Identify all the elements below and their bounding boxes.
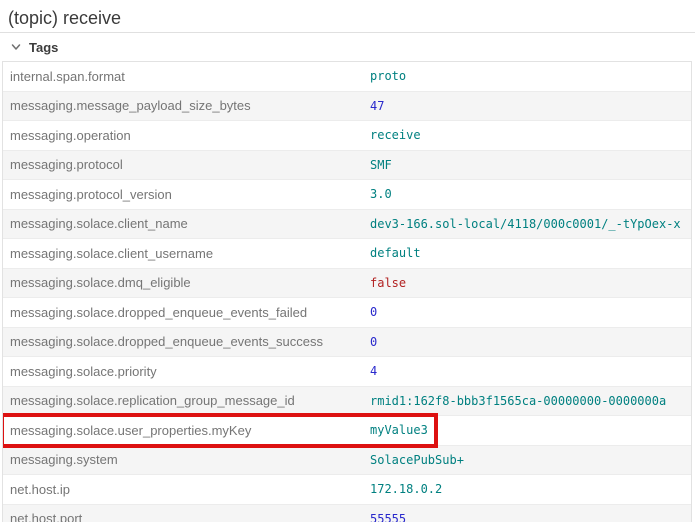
tag-value: 4 [370,364,691,378]
table-row: messaging.solace.client_username default [3,239,691,269]
table-row: messaging.solace.dropped_enqueue_events_… [3,298,691,328]
tag-value: 172.18.0.2 [370,482,691,496]
tag-value: myValue3 [370,423,691,437]
tag-key: messaging.message_payload_size_bytes [3,98,370,113]
table-row: messaging.message_payload_size_bytes 47 [3,92,691,122]
tag-key: messaging.solace.priority [3,364,370,379]
table-row: net.host.port 55555 [3,505,691,523]
tag-key: net.host.port [3,511,370,522]
table-row: internal.span.format proto [3,62,691,92]
tag-key: internal.span.format [3,69,370,84]
table-row: messaging.solace.user_properties.myKey m… [3,416,691,446]
tag-value: 3.0 [370,187,691,201]
table-row: messaging.solace.replication_group_messa… [3,387,691,417]
tag-key: messaging.protocol_version [3,187,370,202]
tag-value: default [370,246,691,260]
tag-key: messaging.solace.user_properties.myKey [3,423,370,438]
span-detail-panel: (topic) receive Tags internal.span.forma… [0,0,695,527]
table-row: messaging.solace.client_name dev3-166.so… [3,210,691,240]
tag-value: 0 [370,335,691,349]
tags-section-toggle[interactable]: Tags [0,33,695,61]
tag-key: messaging.solace.dmq_eligible [3,275,370,290]
tag-key: messaging.solace.replication_group_messa… [3,393,370,408]
tag-value: rmid1:162f8-bbb3f1565ca-00000000-0000000… [370,394,691,408]
tag-key: messaging.solace.client_name [3,216,370,231]
tag-value: 47 [370,99,691,113]
tag-value: 0 [370,305,691,319]
tag-value: 55555 [370,512,691,522]
tag-value: proto [370,69,691,83]
tag-key: messaging.solace.client_username [3,246,370,261]
table-row: messaging.solace.dmq_eligible false [3,269,691,299]
table-row: messaging.protocol SMF [3,151,691,181]
chevron-down-icon [10,41,22,53]
tag-value: dev3-166.sol-local/4118/000c0001/_-tYpOe… [370,217,691,231]
tag-key: messaging.solace.dropped_enqueue_events_… [3,305,370,320]
table-row: messaging.protocol_version 3.0 [3,180,691,210]
tag-value: SolacePubSub+ [370,453,691,467]
tag-value: SMF [370,158,691,172]
span-title: (topic) receive [0,0,695,33]
tags-key-value-table: internal.span.format proto messaging.mes… [2,61,692,522]
table-row: net.host.ip 172.18.0.2 [3,475,691,505]
tag-value: false [370,276,691,290]
table-row: messaging.system SolacePubSub+ [3,446,691,476]
table-row: messaging.solace.priority 4 [3,357,691,387]
table-row: messaging.solace.dropped_enqueue_events_… [3,328,691,358]
tag-key: messaging.operation [3,128,370,143]
tag-key: net.host.ip [3,482,370,497]
tag-value: receive [370,128,691,142]
tag-key: messaging.protocol [3,157,370,172]
tag-key: messaging.system [3,452,370,467]
table-row: messaging.operation receive [3,121,691,151]
tag-key: messaging.solace.dropped_enqueue_events_… [3,334,370,349]
tags-section-label: Tags [29,40,58,55]
